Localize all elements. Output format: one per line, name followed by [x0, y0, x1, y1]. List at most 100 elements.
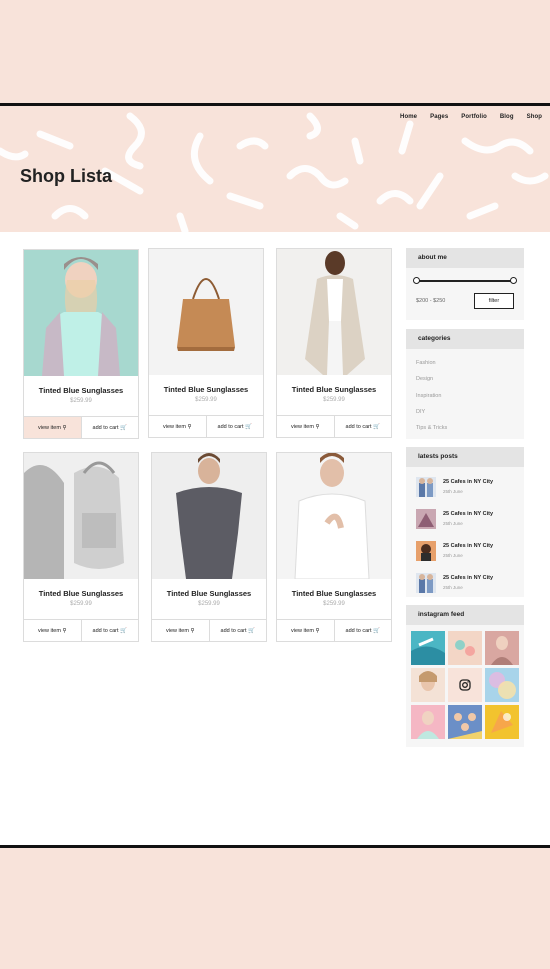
- nav-home[interactable]: Home: [400, 114, 417, 120]
- product-name: Tinted Blue Sunglasses: [163, 385, 249, 394]
- add-to-cart-button[interactable]: add to cart 🛒: [210, 620, 267, 641]
- bottom-band: [0, 849, 550, 969]
- view-item-button[interactable]: view item ⚲: [152, 620, 210, 641]
- view-item-button[interactable]: view item ⚲: [149, 416, 207, 437]
- product-image[interactable]: [277, 453, 391, 579]
- add-to-cart-button[interactable]: add to cart 🛒: [207, 416, 264, 437]
- add-to-cart-label: add to cart: [345, 423, 372, 430]
- search-icon: ⚲: [62, 424, 67, 431]
- instagram-photo[interactable]: [411, 631, 445, 665]
- cart-icon: 🛒: [373, 423, 380, 430]
- view-item-label: view item: [291, 627, 314, 634]
- view-item-button[interactable]: view item ⚲: [277, 416, 335, 437]
- product-price: $259.99: [323, 601, 345, 607]
- view-item-button[interactable]: view item ⚲: [24, 620, 82, 641]
- instagram-photo[interactable]: [411, 668, 445, 702]
- product-actions: view item ⚲ add to cart 🛒: [24, 416, 138, 438]
- search-icon: ⚲: [190, 627, 195, 634]
- product-actions: view item ⚲ add to cart 🛒: [277, 415, 391, 437]
- product-actions: view item ⚲ add to cart 🛒: [24, 619, 138, 641]
- post-thumbnail[interactable]: [416, 541, 436, 561]
- about-heading: about me: [406, 248, 524, 268]
- product-card: Tinted Blue Sunglasses $259.99 view item…: [276, 452, 392, 642]
- categories-widget: categories Fashion Design Inspiration DI…: [406, 329, 524, 439]
- range-min-handle[interactable]: [413, 277, 420, 284]
- product-card: Tinted Blue Sunglasses $259.99 view item…: [23, 249, 139, 439]
- instagram-heading: instagram feed: [406, 605, 524, 625]
- price-range-track[interactable]: [416, 280, 514, 282]
- product-price: $259.99: [323, 397, 345, 403]
- category-item[interactable]: Inspiration: [416, 393, 441, 399]
- view-item-label: view item: [291, 423, 314, 430]
- category-item[interactable]: Tips & Tricks: [416, 425, 447, 431]
- product-name: Tinted Blue Sunglasses: [38, 589, 124, 598]
- product-image[interactable]: [24, 453, 138, 579]
- product-actions: view item ⚲ add to cart 🛒: [277, 619, 391, 641]
- nav-shop[interactable]: Shop: [527, 114, 542, 120]
- search-icon: ⚲: [187, 423, 192, 430]
- instagram-link[interactable]: [448, 668, 482, 702]
- product-image[interactable]: [149, 249, 263, 375]
- category-item[interactable]: Design: [416, 376, 433, 382]
- add-to-cart-label: add to cart: [92, 627, 119, 634]
- instagram-photo[interactable]: [411, 705, 445, 739]
- product-card: Tinted Blue Sunglasses $259.99 view item…: [151, 452, 267, 642]
- about-widget: about me $200 - $250 filter: [406, 248, 524, 320]
- post-thumbnail[interactable]: [416, 477, 436, 497]
- post-thumbnail[interactable]: [416, 509, 436, 529]
- categories-heading: categories: [406, 329, 524, 349]
- nav-portfolio[interactable]: Portfolio: [461, 114, 487, 120]
- post-title[interactable]: 25 Cafes in NY City: [443, 575, 493, 581]
- view-item-label: view item: [38, 627, 61, 634]
- add-to-cart-label: add to cart: [92, 424, 119, 431]
- instagram-photo[interactable]: [448, 631, 482, 665]
- nav-blog[interactable]: Blog: [500, 114, 514, 120]
- latest-posts-heading: latests posts: [406, 447, 524, 467]
- instagram-photo[interactable]: [485, 631, 519, 665]
- view-item-label: view item: [163, 423, 186, 430]
- product-actions: view item ⚲ add to cart 🛒: [152, 619, 266, 641]
- instagram-photo[interactable]: [448, 705, 482, 739]
- nav-pages[interactable]: Pages: [430, 114, 448, 120]
- product-name: Tinted Blue Sunglasses: [166, 589, 252, 598]
- cart-icon: 🛒: [120, 627, 127, 634]
- range-max-handle[interactable]: [510, 277, 517, 284]
- cart-icon: 🛒: [373, 627, 380, 634]
- bottom-divider: [0, 845, 550, 848]
- post-thumbnail[interactable]: [416, 573, 436, 593]
- post-title[interactable]: 25 Cafes in NY City: [443, 479, 493, 485]
- search-icon: ⚲: [315, 423, 320, 430]
- view-item-label: view item: [166, 627, 189, 634]
- view-item-button[interactable]: view item ⚲: [277, 620, 335, 641]
- view-item-button[interactable]: view item ⚲: [24, 417, 82, 438]
- add-to-cart-label: add to cart: [345, 627, 372, 634]
- filter-button[interactable]: filter: [474, 293, 514, 309]
- product-price: $259.99: [70, 398, 92, 404]
- product-image[interactable]: [277, 249, 391, 375]
- add-to-cart-label: add to cart: [217, 423, 244, 430]
- product-price: $259.99: [195, 397, 217, 403]
- instagram-photo[interactable]: [485, 668, 519, 702]
- category-item[interactable]: Fashion: [416, 360, 436, 366]
- add-to-cart-button[interactable]: add to cart 🛒: [82, 417, 139, 438]
- add-to-cart-label: add to cart: [220, 627, 247, 634]
- view-item-label: view item: [38, 424, 61, 431]
- search-icon: ⚲: [315, 627, 320, 634]
- add-to-cart-button[interactable]: add to cart 🛒: [82, 620, 139, 641]
- post-date: 25th June: [443, 585, 463, 590]
- cart-icon: 🛒: [248, 627, 255, 634]
- product-image[interactable]: [152, 453, 266, 579]
- product-image[interactable]: [24, 250, 138, 376]
- product-name: Tinted Blue Sunglasses: [291, 589, 377, 598]
- page-title: Shop Lista: [20, 166, 113, 186]
- cart-icon: 🛒: [120, 424, 127, 431]
- add-to-cart-button[interactable]: add to cart 🛒: [335, 620, 392, 641]
- instagram-photo[interactable]: [485, 705, 519, 739]
- category-item[interactable]: DIY: [416, 409, 425, 415]
- post-title[interactable]: 25 Cafes in NY City: [443, 511, 493, 517]
- product-price: $259.99: [198, 601, 220, 607]
- main-nav: Home Pages Portfolio Blog Shop: [387, 114, 542, 120]
- add-to-cart-button[interactable]: add to cart 🛒: [335, 416, 392, 437]
- latest-posts-widget: latests posts 25 Cafes in NY City 25th J…: [406, 447, 524, 597]
- post-title[interactable]: 25 Cafes in NY City: [443, 543, 493, 549]
